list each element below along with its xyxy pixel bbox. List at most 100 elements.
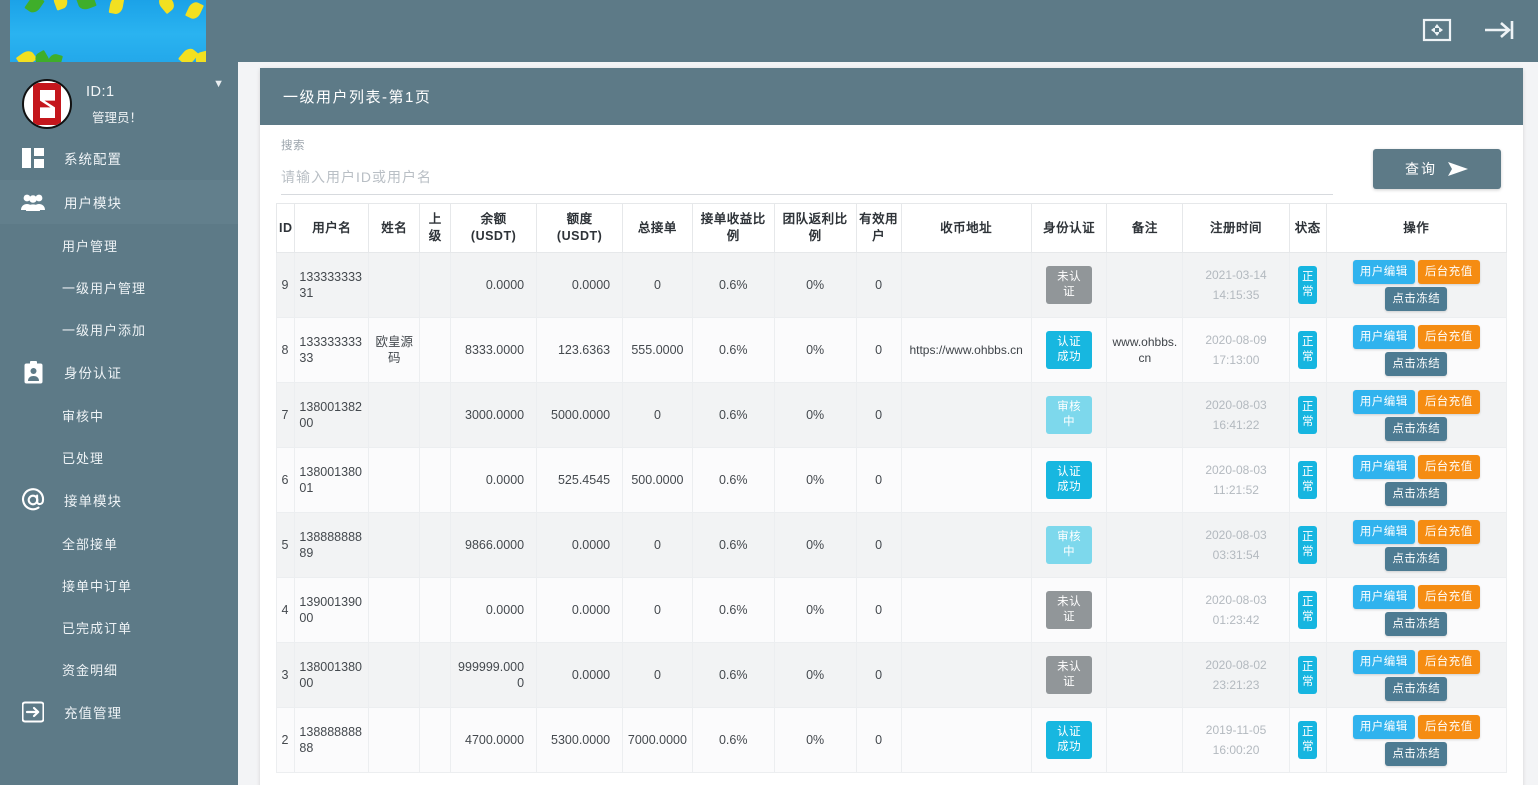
- leaf-decoration: [51, 0, 69, 11]
- register-date: 2020-08-03: [1186, 525, 1286, 545]
- logout-box-icon: [20, 701, 46, 723]
- sidebar-item-8[interactable]: 接单模块: [0, 478, 238, 522]
- sidebar-item-0[interactable]: 系统配置: [0, 136, 238, 180]
- cell-note: [1107, 578, 1183, 643]
- cell-receive-address: [901, 578, 1031, 643]
- action-button-row: 用户编辑后台充值点击冻结: [1330, 585, 1503, 636]
- sidebar-item-6[interactable]: 审核中: [0, 394, 238, 436]
- search-input[interactable]: [281, 158, 1333, 195]
- freeze-user-button[interactable]: 点击冻结: [1385, 677, 1447, 701]
- leaf-decoration: [185, 0, 204, 21]
- backend-recharge-button[interactable]: 后台充值: [1418, 650, 1480, 674]
- register-date: 2020-08-03: [1186, 460, 1286, 480]
- cell-username: 13333333333: [295, 318, 369, 383]
- sidebar-item-3[interactable]: 一级用户管理: [0, 266, 238, 308]
- cell-parent: [420, 513, 451, 578]
- table-row: 7138001382003000.00005000.000000.6%0%0审核…: [277, 383, 1507, 448]
- edit-user-button[interactable]: 用户编辑: [1353, 650, 1415, 674]
- edit-user-button[interactable]: 用户编辑: [1353, 260, 1415, 284]
- cell-register-time: 2020-08-0223:21:23: [1183, 643, 1290, 708]
- sidebar-item-11[interactable]: 已完成订单: [0, 606, 238, 648]
- cell-total-orders: 0: [623, 253, 693, 318]
- edit-user-button[interactable]: 用户编辑: [1353, 715, 1415, 739]
- freeze-user-button[interactable]: 点击冻结: [1385, 352, 1447, 376]
- sidebar-item-13[interactable]: 充值管理: [0, 690, 238, 734]
- sidebar-item-12[interactable]: 资金明细: [0, 648, 238, 690]
- freeze-user-button[interactable]: 点击冻结: [1385, 547, 1447, 571]
- backend-recharge-button[interactable]: 后台充值: [1418, 260, 1480, 284]
- sidebar-item-label: 已完成订单: [62, 618, 132, 637]
- table-header-cell-4: 余额(USDT): [451, 204, 537, 253]
- freeze-user-button[interactable]: 点击冻结: [1385, 417, 1447, 441]
- auth-badge: 审核中: [1046, 526, 1092, 564]
- cell-team-rate: 0%: [774, 448, 856, 513]
- sidebar-item-9[interactable]: 全部接单: [0, 522, 238, 564]
- edit-user-button[interactable]: 用户编辑: [1353, 390, 1415, 414]
- sidebar-item-4[interactable]: 一级用户添加: [0, 308, 238, 350]
- register-clock: 11:21:52: [1186, 480, 1286, 500]
- backend-recharge-button[interactable]: 后台充值: [1418, 390, 1480, 414]
- cell-order-rate: 0.6%: [692, 513, 774, 578]
- cell-id: 8: [277, 318, 295, 383]
- edit-user-button[interactable]: 用户编辑: [1353, 325, 1415, 349]
- freeze-user-button[interactable]: 点击冻结: [1385, 742, 1447, 766]
- freeze-user-button[interactable]: 点击冻结: [1385, 287, 1447, 311]
- cell-valid-users: 0: [856, 318, 901, 383]
- header-line-2: 级: [422, 228, 448, 245]
- sidebar-item-1[interactable]: 用户模块: [0, 180, 238, 224]
- sidebar-item-7[interactable]: 已处理: [0, 436, 238, 478]
- cell-id: 5: [277, 513, 295, 578]
- cell-note: www.ohbbs.cn: [1107, 318, 1183, 383]
- backend-recharge-button[interactable]: 后台充值: [1418, 585, 1480, 609]
- status-badge: 正常: [1298, 591, 1317, 629]
- edit-user-button[interactable]: 用户编辑: [1353, 585, 1415, 609]
- sidebar-item-2[interactable]: 用户管理: [0, 224, 238, 266]
- freeze-user-button[interactable]: 点击冻结: [1385, 482, 1447, 506]
- cell-quota: 0.0000: [537, 513, 623, 578]
- header-line-1: 有效用: [859, 211, 899, 228]
- cell-order-rate: 0.6%: [692, 318, 774, 383]
- cell-total-orders: 0: [623, 643, 693, 708]
- logout-arrow-icon[interactable]: [1482, 13, 1516, 47]
- auth-badge: 未认证: [1046, 266, 1092, 304]
- user-profile[interactable]: ID:1 管理员！ ▼: [0, 62, 238, 136]
- cell-auth-status: 审核中: [1031, 383, 1107, 448]
- cell-receive-address: [901, 448, 1031, 513]
- header-line-1: 备注: [1109, 220, 1180, 237]
- action-button-row: 用户编辑后台充值点击冻结: [1330, 325, 1503, 376]
- backend-recharge-button[interactable]: 后台充值: [1418, 715, 1480, 739]
- cell-balance: 3000.0000: [451, 383, 537, 448]
- header-line-2: (USDT): [539, 228, 620, 245]
- cell-total-orders: 555.0000: [623, 318, 693, 383]
- sidebar-item-5[interactable]: 身份认证: [0, 350, 238, 394]
- cell-total-orders: 7000.0000: [623, 708, 693, 773]
- table-header-row: ID用户名姓名上级余额(USDT)额度(USDT)总接单接单收益比例团队返利比例…: [277, 204, 1507, 253]
- sidebar-item-10[interactable]: 接单中订单: [0, 564, 238, 606]
- chevron-down-icon[interactable]: ▼: [213, 78, 224, 90]
- sidebar-item-label: 资金明细: [62, 660, 118, 679]
- register-date: 2021-03-14: [1186, 265, 1286, 285]
- table-header-cell-9: 有效用户: [856, 204, 901, 253]
- cell-quota: 123.6363: [537, 318, 623, 383]
- freeze-user-button[interactable]: 点击冻结: [1385, 612, 1447, 636]
- backend-recharge-button[interactable]: 后台充值: [1418, 455, 1480, 479]
- cell-auth-status: 未认证: [1031, 643, 1107, 708]
- sidebar-item-label: 已处理: [62, 448, 104, 467]
- header-line-1: 注册时间: [1185, 220, 1287, 237]
- header-line-1: 用户名: [297, 220, 366, 237]
- fullscreen-icon[interactable]: [1420, 13, 1454, 47]
- sidebar-item-label: 全部接单: [62, 534, 118, 553]
- table-row: 4139001390000.00000.000000.6%0%0未认证2020-…: [277, 578, 1507, 643]
- query-button[interactable]: 查询: [1373, 149, 1501, 189]
- backend-recharge-button[interactable]: 后台充值: [1418, 520, 1480, 544]
- register-clock: 17:13:00: [1186, 350, 1286, 370]
- backend-recharge-button[interactable]: 后台充值: [1418, 325, 1480, 349]
- leaf-decoration: [24, 0, 44, 15]
- header-line-1: 姓名: [371, 220, 417, 237]
- cell-parent: [420, 383, 451, 448]
- sidebar-nav: 系统配置用户模块用户管理一级用户管理一级用户添加身份认证审核中已处理接单模块全部…: [0, 136, 238, 734]
- edit-user-button[interactable]: 用户编辑: [1353, 455, 1415, 479]
- edit-user-button[interactable]: 用户编辑: [1353, 520, 1415, 544]
- status-badge: 正常: [1298, 721, 1317, 759]
- cell-register-time: 2020-08-0301:23:42: [1183, 578, 1290, 643]
